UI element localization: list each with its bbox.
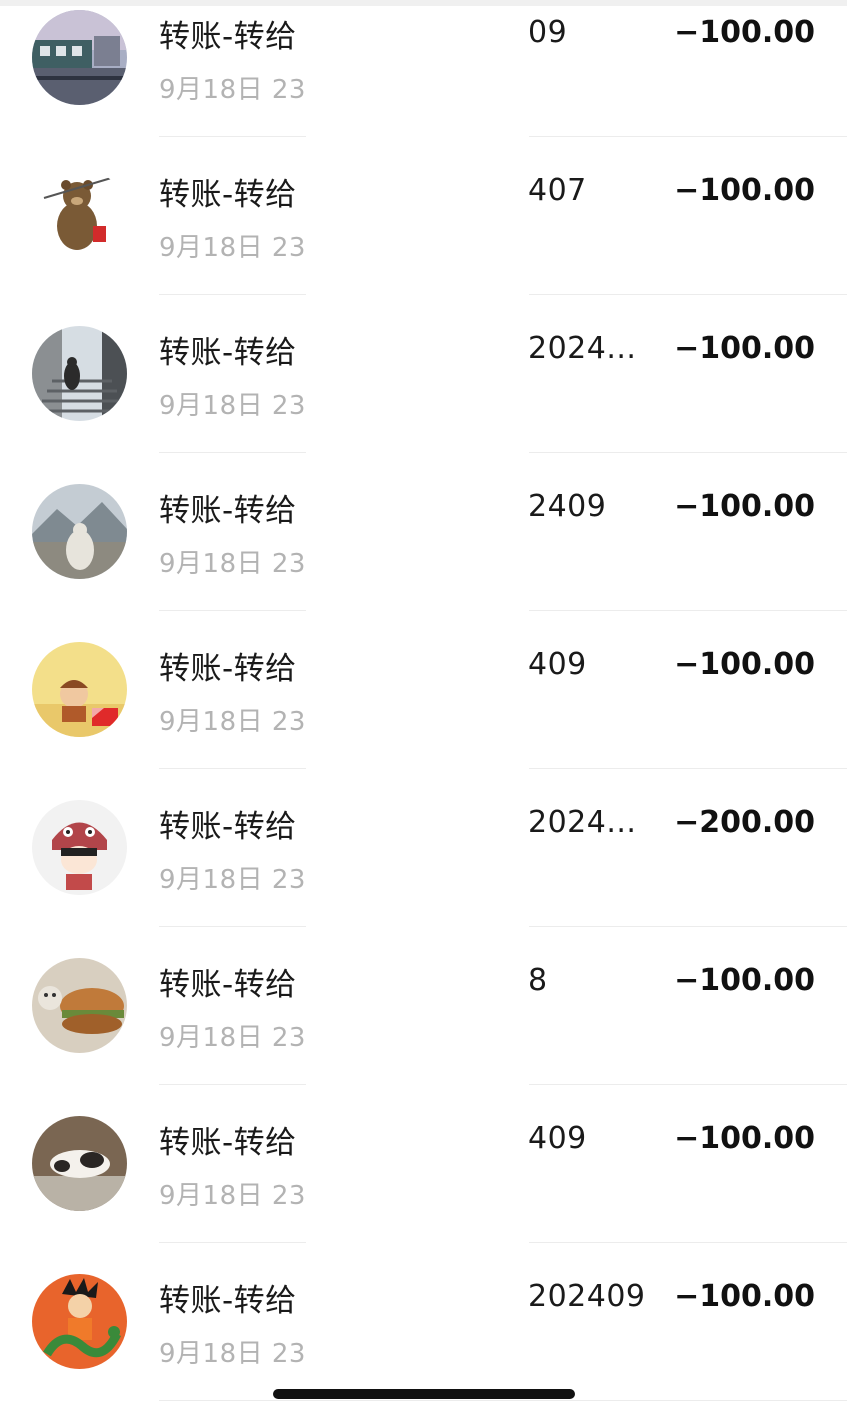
transaction-title: 转账-转给 xyxy=(159,335,297,371)
transaction-amount: −100.00 xyxy=(674,1279,815,1314)
transaction-title: 转账-转给 xyxy=(159,19,297,55)
avatar[interactable] xyxy=(32,168,127,263)
avatar[interactable] xyxy=(32,10,127,105)
transaction-amount: −100.00 xyxy=(674,15,815,50)
avatar[interactable] xyxy=(32,642,127,737)
transaction-note: 409 xyxy=(528,647,587,682)
transaction-title: 转账-转给 xyxy=(159,493,297,529)
transaction-note: 2024... xyxy=(528,805,637,840)
transaction-note: 8 xyxy=(528,963,548,998)
transaction-title: 转账-转给 xyxy=(159,1283,297,1319)
transaction-title: 转账-转给 xyxy=(159,177,297,213)
transaction-note: 409 xyxy=(528,1121,587,1156)
avatar[interactable] xyxy=(32,484,127,579)
home-indicator[interactable] xyxy=(273,1389,575,1399)
avatar[interactable] xyxy=(32,1274,127,1369)
transaction-amount: −100.00 xyxy=(674,1121,815,1156)
avatar[interactable] xyxy=(32,800,127,895)
transaction-title: 转账-转给 xyxy=(159,967,297,1003)
transaction-note: 2024... xyxy=(528,331,637,366)
transaction-title: 转账-转给 xyxy=(159,1125,297,1161)
transaction-title: 转账-转给 xyxy=(159,809,297,845)
transaction-note: 09 xyxy=(528,15,568,50)
transaction-title: 转账-转给 xyxy=(159,651,297,687)
avatar[interactable] xyxy=(32,326,127,421)
transaction-amount: −100.00 xyxy=(674,647,815,682)
transaction-amount: −100.00 xyxy=(674,963,815,998)
avatar[interactable] xyxy=(32,1116,127,1211)
redaction-mask xyxy=(306,8,529,1388)
transaction-amount: −100.00 xyxy=(674,489,815,524)
row-divider xyxy=(159,1400,847,1401)
transaction-note: 407 xyxy=(528,173,587,208)
transaction-amount: −200.00 xyxy=(674,805,815,840)
transaction-note: 2409 xyxy=(528,489,607,524)
transaction-amount: −100.00 xyxy=(674,173,815,208)
transaction-amount: −100.00 xyxy=(674,331,815,366)
avatar[interactable] xyxy=(32,958,127,1053)
transaction-note: 202409 xyxy=(528,1279,646,1314)
